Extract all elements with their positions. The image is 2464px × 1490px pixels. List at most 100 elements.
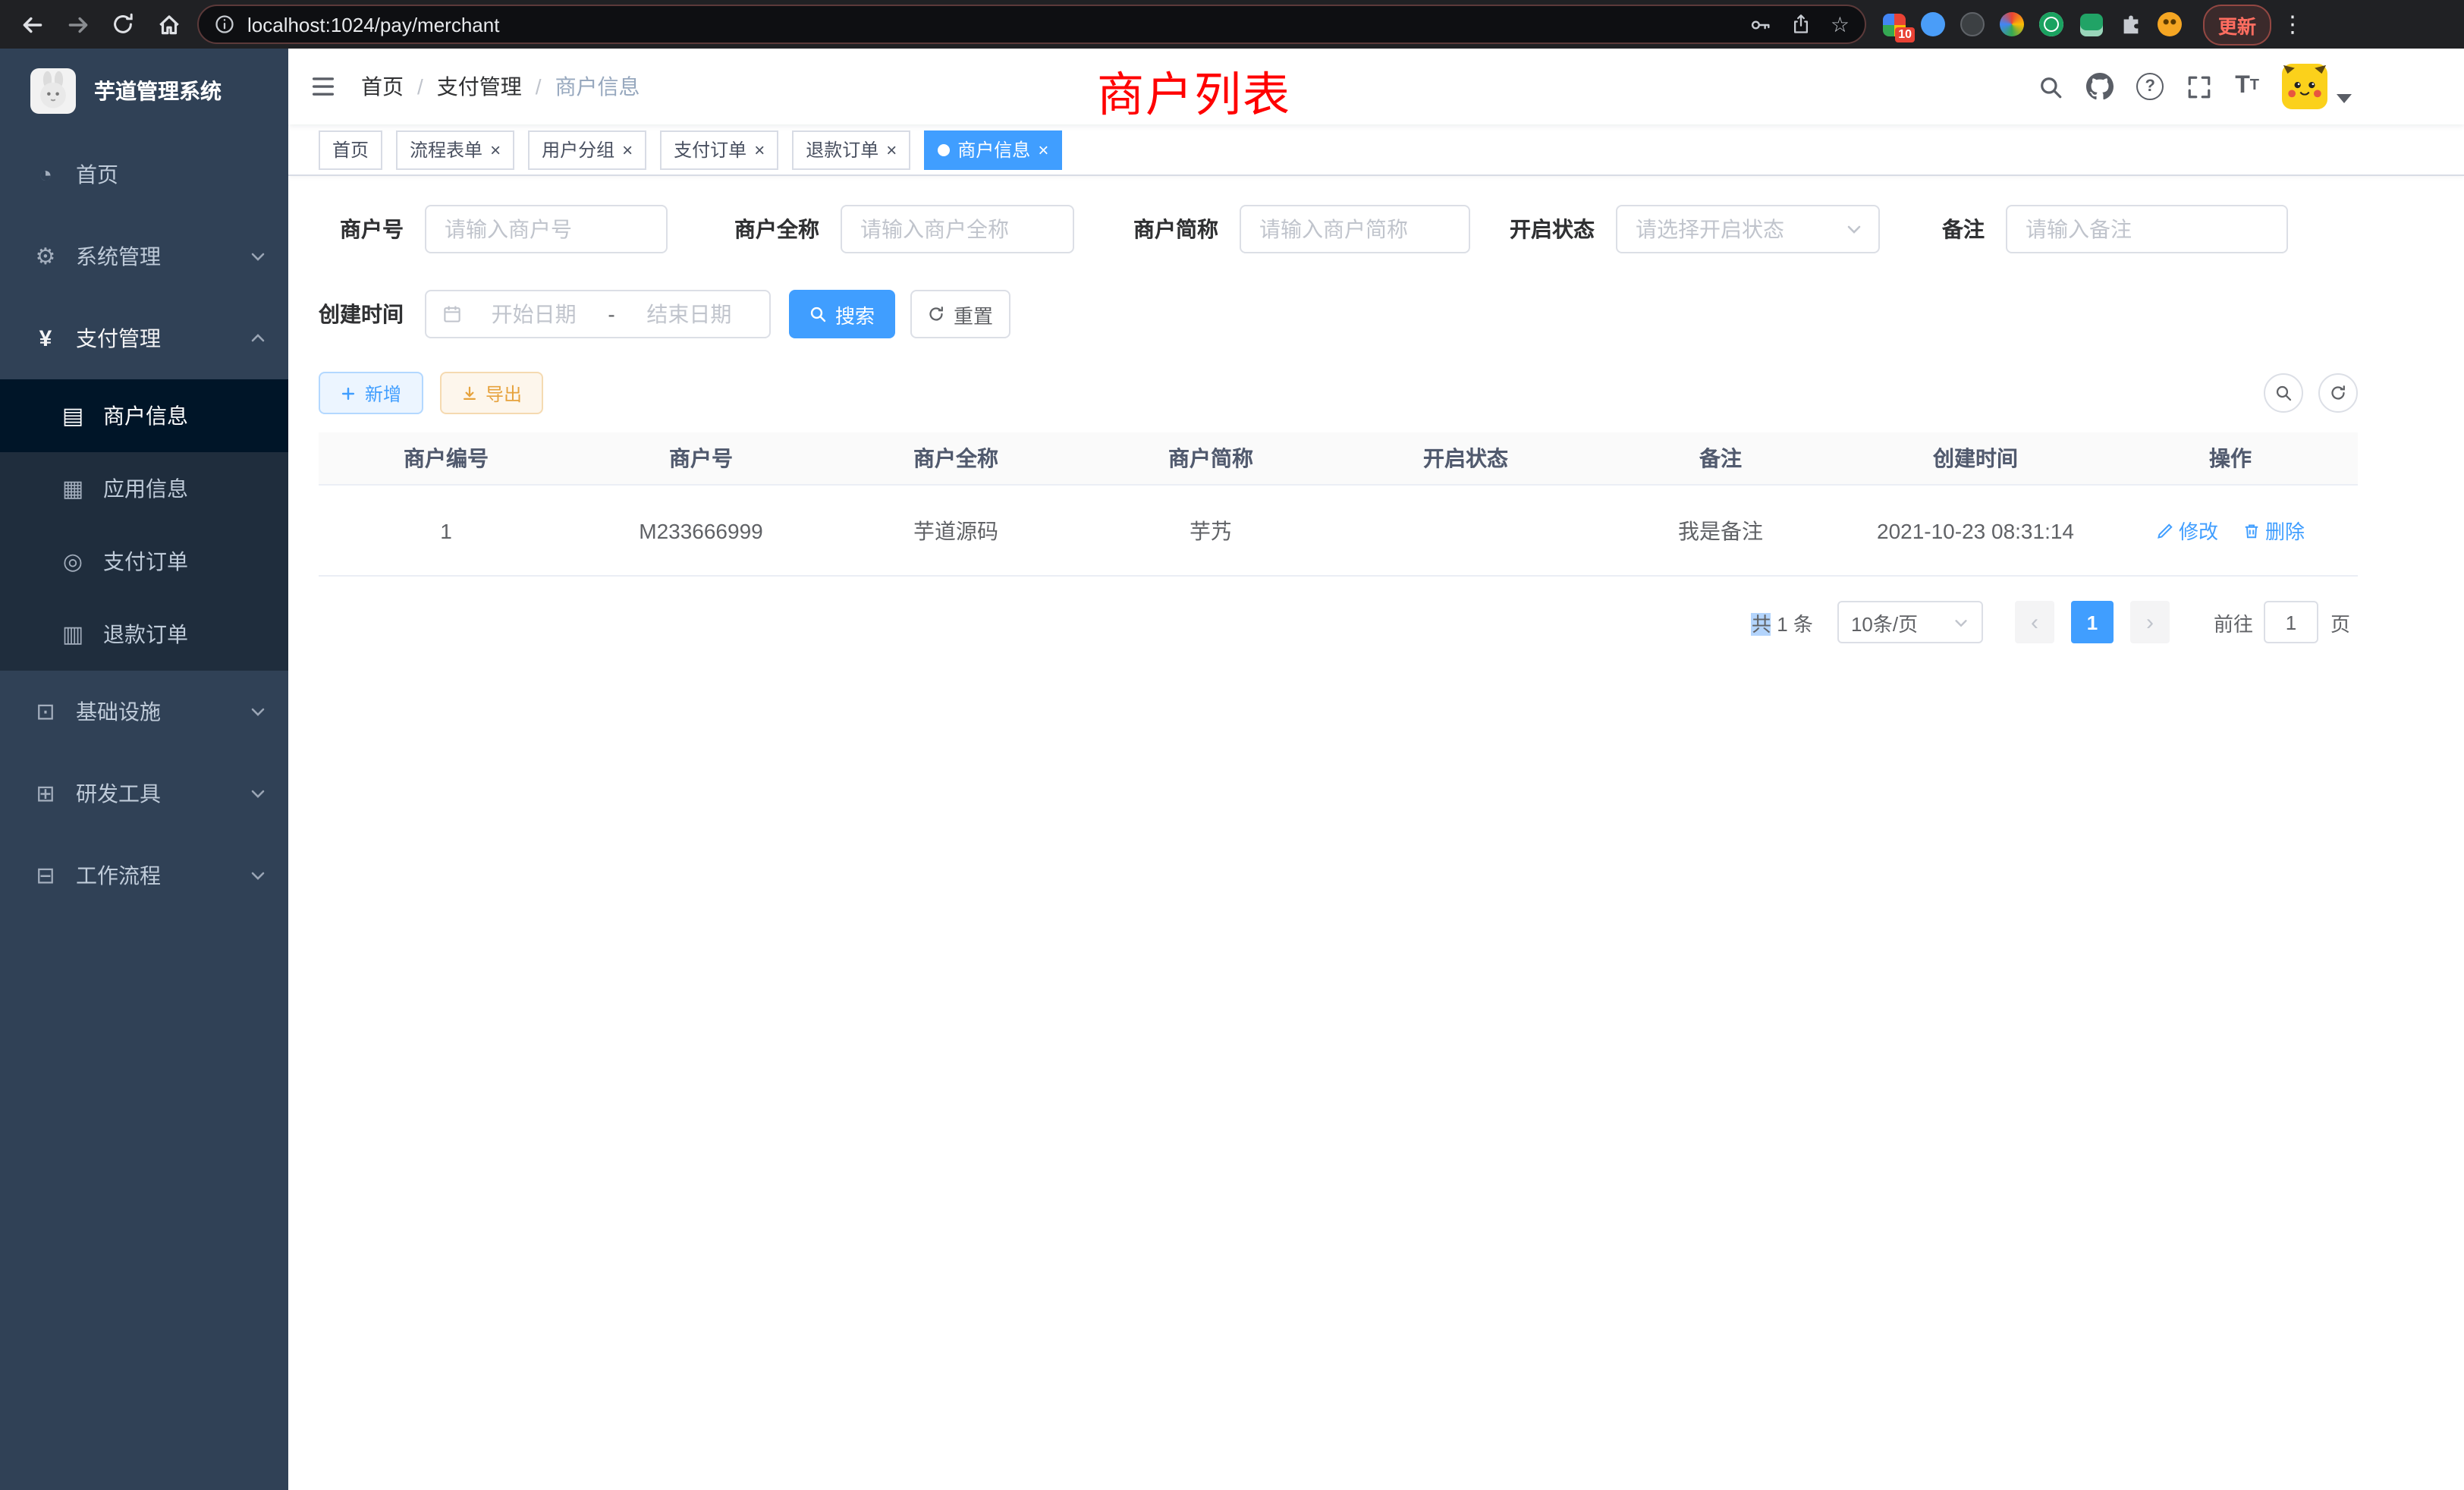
col-header: 商户编号	[319, 443, 574, 473]
font-size-icon[interactable]: TT	[2235, 74, 2259, 99]
edit-link[interactable]: 修改	[2156, 516, 2218, 545]
full-name-input[interactable]	[841, 205, 1074, 253]
prev-page-button[interactable]: ‹	[2015, 601, 2054, 643]
tab-label: 支付订单	[674, 137, 746, 162]
omnibox-actions: ☆	[1750, 11, 1850, 37]
browser-home-icon[interactable]	[149, 5, 188, 44]
github-icon[interactable]	[2086, 73, 2114, 100]
chevron-down-icon	[1953, 614, 1969, 630]
fullscreen-icon[interactable]	[2186, 74, 2212, 99]
search-button[interactable]: 搜索	[789, 290, 895, 338]
filter-status: 开启状态 请选择开启状态	[1510, 205, 1880, 253]
sidebar-item-app-info[interactable]: ▦ 应用信息	[0, 452, 288, 525]
tab-pay-order[interactable]: 支付订单 ×	[660, 130, 778, 169]
export-button[interactable]: 导出	[440, 372, 543, 414]
chevron-down-icon	[249, 247, 267, 266]
sidebar-item-infrastructure[interactable]: ⊡ 基础设施	[0, 671, 288, 753]
sidebar-item-payment[interactable]: ¥ 支付管理	[0, 297, 288, 379]
help-icon[interactable]: ?	[2136, 73, 2164, 100]
tab-merchant-info[interactable]: 商户信息 ×	[924, 130, 1062, 169]
date-range-picker[interactable]: 开始日期 - 结束日期	[425, 290, 771, 338]
show-search-toggle-button[interactable]	[2264, 373, 2303, 413]
delete-link[interactable]: 删除	[2242, 516, 2305, 545]
select-placeholder: 请选择开启状态	[1636, 214, 1784, 244]
tab-home[interactable]: 首页	[319, 130, 382, 169]
tags-view-bar: 首页 流程表单 × 用户分组 × 支付订单 × 退款订单 × 商户信息 ×	[288, 124, 2464, 176]
browser-menu-icon[interactable]: ⋮	[2277, 11, 2308, 38]
extension-icon-green-circle[interactable]	[2036, 9, 2066, 39]
extension-icon-rainbow[interactable]	[1997, 9, 2027, 39]
col-header: 操作	[2103, 443, 2358, 473]
table-header-row: 商户编号 商户号 商户全称 商户简称 开启状态 备注 创建时间 操作	[319, 432, 2358, 486]
extensions-puzzle-icon[interactable]	[2115, 9, 2145, 39]
browser-reload-icon[interactable]	[103, 5, 143, 44]
sidebar-item-merchant-info[interactable]: ▤ 商户信息	[0, 379, 288, 452]
monitor-icon: ⊡	[27, 698, 64, 725]
bookmark-star-icon[interactable]: ☆	[1831, 11, 1850, 37]
tab-process-form[interactable]: 流程表单 ×	[396, 130, 514, 169]
main-content: 商户号 商户全称 商户简称 开启状态 请选择开启状态 备注 创建时间	[288, 176, 2464, 1490]
close-icon[interactable]: ×	[754, 139, 765, 160]
status-select[interactable]: 请选择开启状态	[1616, 205, 1880, 253]
chevron-down-icon	[249, 866, 267, 885]
page-size-select[interactable]: 10条/页	[1837, 601, 1983, 643]
tab-refund-order[interactable]: 退款订单 ×	[792, 130, 910, 169]
sidebar-item-home[interactable]: ◔ 首页	[0, 134, 288, 215]
search-icon[interactable]	[2038, 74, 2063, 99]
browser-update-button[interactable]: 更新	[2203, 4, 2271, 45]
page-1-button[interactable]: 1	[2071, 601, 2114, 643]
tab-label: 用户分组	[542, 137, 614, 162]
site-info-icon[interactable]	[214, 14, 235, 35]
reset-button[interactable]: 重置	[910, 290, 1010, 338]
cell-full-name: 芋道源码	[828, 515, 1083, 545]
filter-label: 商户全称	[713, 214, 819, 244]
sidebar-item-workflow[interactable]: ⊟ 工作流程	[0, 835, 288, 916]
short-name-input[interactable]	[1240, 205, 1470, 253]
close-icon[interactable]: ×	[490, 139, 501, 160]
add-button[interactable]: 新增	[319, 372, 423, 414]
sidebar-item-refund-order[interactable]: ▥ 退款订单	[0, 598, 288, 671]
browser-back-icon[interactable]	[12, 5, 52, 44]
app-logo[interactable]: 芋道管理系统	[0, 49, 288, 134]
share-icon[interactable]	[1791, 14, 1812, 35]
extension-icon-dark[interactable]	[1957, 9, 1988, 39]
filter-label: 商户号	[319, 214, 404, 244]
extension-icon-colorful[interactable]: 10	[1878, 9, 1909, 39]
tab-label: 流程表单	[410, 137, 482, 162]
close-icon[interactable]: ×	[1038, 139, 1048, 160]
yen-icon: ¥	[27, 325, 64, 351]
close-icon[interactable]: ×	[622, 139, 633, 160]
extension-icon-blue[interactable]	[1918, 9, 1948, 39]
extension-icon-orange-face[interactable]	[2154, 9, 2185, 39]
password-key-icon[interactable]	[1750, 13, 1773, 36]
font-size-large: T	[2235, 74, 2250, 99]
sidebar-item-dev-tools[interactable]: ⊞ 研发工具	[0, 753, 288, 835]
col-header: 备注	[1593, 443, 1848, 473]
breadcrumb-payment[interactable]: 支付管理	[437, 71, 522, 102]
col-header: 创建时间	[1848, 443, 2103, 473]
goto-label: 前往	[2214, 608, 2253, 637]
user-avatar[interactable]	[2282, 64, 2352, 109]
remark-input[interactable]	[2006, 205, 2288, 253]
browser-forward-icon[interactable]	[58, 5, 97, 44]
sidebar-item-system[interactable]: ⚙ 系统管理	[0, 215, 288, 297]
next-page-button[interactable]: ›	[2130, 601, 2170, 643]
refresh-table-button[interactable]	[2318, 373, 2358, 413]
sidebar-item-label: 退款订单	[103, 619, 188, 649]
refresh-icon	[2329, 384, 2347, 402]
goto-page-input[interactable]	[2264, 601, 2318, 643]
extension-icon-green-square[interactable]	[2076, 9, 2106, 39]
address-bar[interactable]: localhost:1024/pay/merchant ☆	[197, 5, 1866, 44]
refund-doc-icon: ▥	[55, 621, 91, 648]
col-header: 开启状态	[1338, 443, 1593, 473]
question-mark: ?	[2136, 73, 2164, 100]
sidebar-item-pay-order[interactable]: ◎ 支付订单	[0, 525, 288, 598]
filter-remark: 备注	[1924, 205, 2288, 253]
page-size-value: 10条/页	[1851, 608, 1918, 637]
hamburger-icon[interactable]	[310, 73, 337, 100]
tab-user-group[interactable]: 用户分组 ×	[528, 130, 646, 169]
close-icon[interactable]: ×	[886, 139, 897, 160]
breadcrumb-home[interactable]: 首页	[361, 71, 404, 102]
reset-button-label: 重置	[954, 300, 993, 328]
merchant-no-input[interactable]	[425, 205, 668, 253]
